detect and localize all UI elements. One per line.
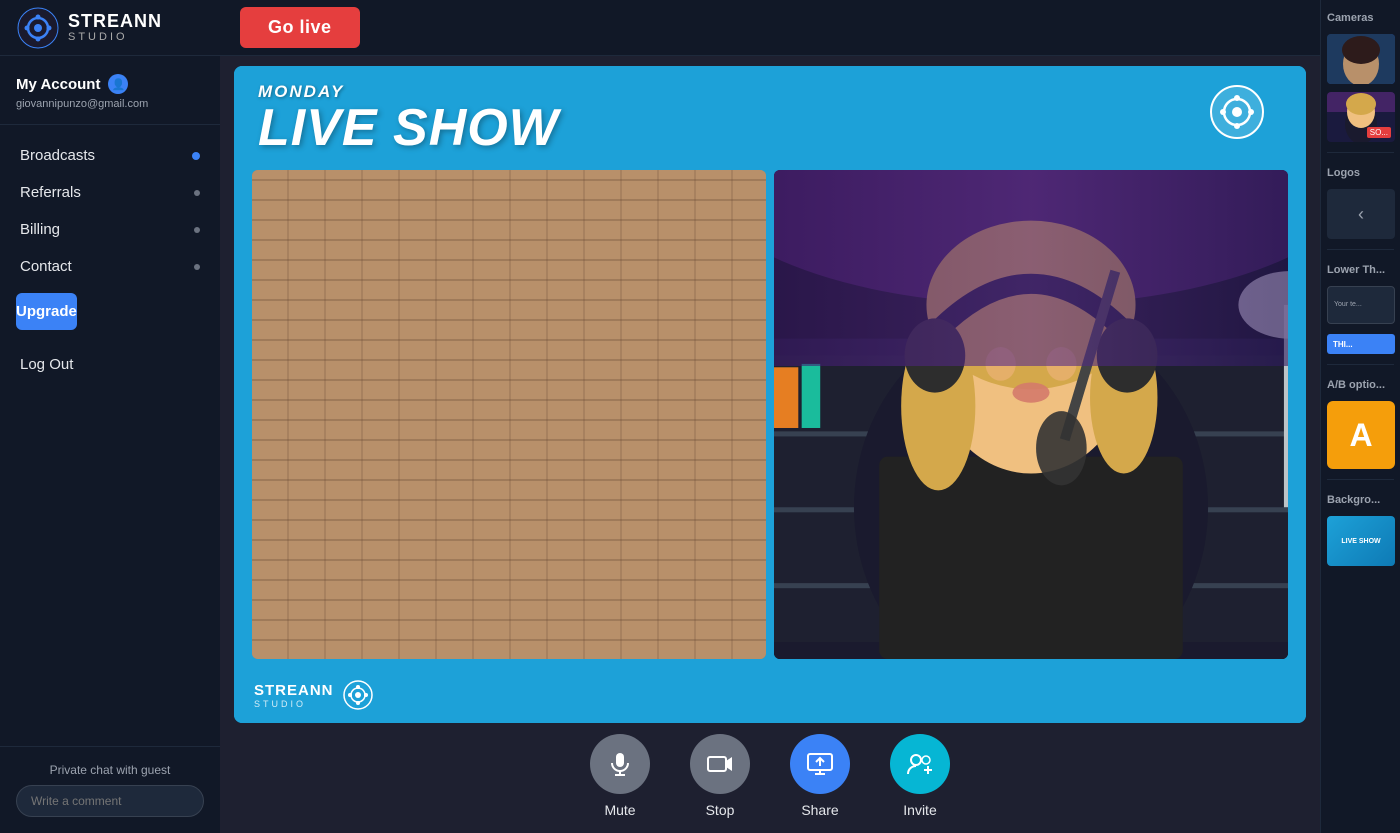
share-icon-circle [790,734,850,794]
go-live-button[interactable]: Go live [240,7,360,48]
invite-icon-circle [890,734,950,794]
divider-3 [1327,364,1394,365]
cam2-visual [774,170,1288,659]
stop-button[interactable]: Stop [690,734,750,818]
mute-icon-circle [590,734,650,794]
camera-feed-1 [252,170,766,659]
my-account-row[interactable]: My Account 👤 [16,74,204,94]
sidebar-item-broadcasts[interactable]: Broadcasts [0,137,220,174]
stop-icon-circle [690,734,750,794]
broadcast-area: MONDAY LIVE SHOW [220,56,1320,723]
lt-active-label: THI... [1333,340,1353,349]
comment-input[interactable] [16,785,204,817]
microphone-icon [606,750,634,778]
share-label: Share [801,802,838,818]
logo-area: STREANN STUDIO [0,0,220,56]
user-icon: 👤 [108,74,128,94]
private-chat-label: Private chat with guest [16,763,204,777]
upgrade-button[interactable]: Upgrade [16,293,77,330]
cam-live-badge: SO... [1367,127,1391,138]
cameras-section-label: Cameras [1327,8,1394,26]
sidebar-item-contact[interactable]: Contact [0,248,220,285]
right-panel: Cameras SO... Logos ‹ Lower Th... Your t… [1320,0,1400,833]
divider-2 [1327,249,1394,250]
contact-dot [194,264,200,270]
invite-button[interactable]: Invite [890,734,950,818]
account-email: giovannipunzo@gmail.com [16,98,204,110]
private-chat-section: Private chat with guest [0,746,220,833]
lt-preview-text: Your te... [1334,300,1362,309]
backgrounds-section-label: Backgro... [1327,490,1394,508]
stop-label: Stop [706,802,735,818]
main-content: Go live MONDAY LIVE SHOW [220,0,1320,833]
right-camera-thumb-1[interactable] [1327,34,1395,84]
controls-bar: Mute Stop Share [220,723,1320,833]
billing-dot [194,227,200,233]
top-bar: Go live [220,0,1320,56]
chevron-left-icon: ‹ [1358,204,1364,225]
sidebar-contact-label: Contact [20,258,72,275]
lower-thirds-bg-thumb[interactable]: Your te... [1327,286,1395,324]
sidebar: STREANN STUDIO My Account 👤 giovannipunz… [0,0,220,833]
ab-letter: A [1349,417,1372,454]
ab-options-button[interactable]: A [1327,401,1395,469]
bg-live-label: LIVE SHOW [1341,538,1380,545]
cameras-row [234,162,1306,667]
camera-icon [706,750,734,778]
logout-button[interactable]: Log Out [0,346,220,383]
stage-footer: STREANN STUDIO [234,667,1306,723]
sidebar-item-referrals[interactable]: Referrals [0,174,220,211]
invite-label: Invite [903,802,936,818]
stage-header: MONDAY LIVE SHOW [234,66,1306,162]
nav-menu: Broadcasts Referrals Billing Contact Upg… [0,125,220,746]
stage-show-title: LIVE SHOW [258,102,559,154]
divider-4 [1327,479,1394,480]
cam1-visual [252,170,766,659]
footer-logo: STREANN STUDIO [254,682,334,709]
invite-icon [906,750,934,778]
mute-label: Mute [604,802,635,818]
video-stage: MONDAY LIVE SHOW [234,66,1306,723]
lower-thirds-active-thumb[interactable]: THI... [1327,334,1395,354]
backgrounds-thumb[interactable]: LIVE SHOW [1327,516,1395,566]
stage-logo-icon [1192,82,1282,142]
logos-section-label: Logos [1327,163,1394,181]
sidebar-billing-label: Billing [20,221,60,238]
referrals-dot [194,190,200,196]
footer-logo-icon [342,679,374,711]
sidebar-referrals-label: Referrals [20,184,81,201]
lower-thirds-section-label: Lower Th... [1327,260,1394,278]
streann-logo-icon [16,6,60,50]
divider-1 [1327,152,1394,153]
account-section: My Account 👤 giovannipunzo@gmail.com [0,56,220,125]
sidebar-broadcasts-label: Broadcasts [20,147,95,164]
right-camera-thumb-2[interactable]: SO... [1327,92,1395,142]
right-logo-thumb[interactable]: ‹ [1327,189,1395,239]
account-label: My Account [16,76,100,93]
cam-thumb-1-preview [1327,34,1395,84]
ab-options-section-label: A/B optio... [1327,375,1394,393]
share-button[interactable]: Share [790,734,850,818]
broadcasts-dot [192,152,200,160]
mute-button[interactable]: Mute [590,734,650,818]
camera-feed-2 [774,170,1288,659]
logo-text: STREANN STUDIO [68,12,162,44]
share-screen-icon [806,750,834,778]
stage-title-block: MONDAY LIVE SHOW [258,82,559,154]
sidebar-item-billing[interactable]: Billing [0,211,220,248]
